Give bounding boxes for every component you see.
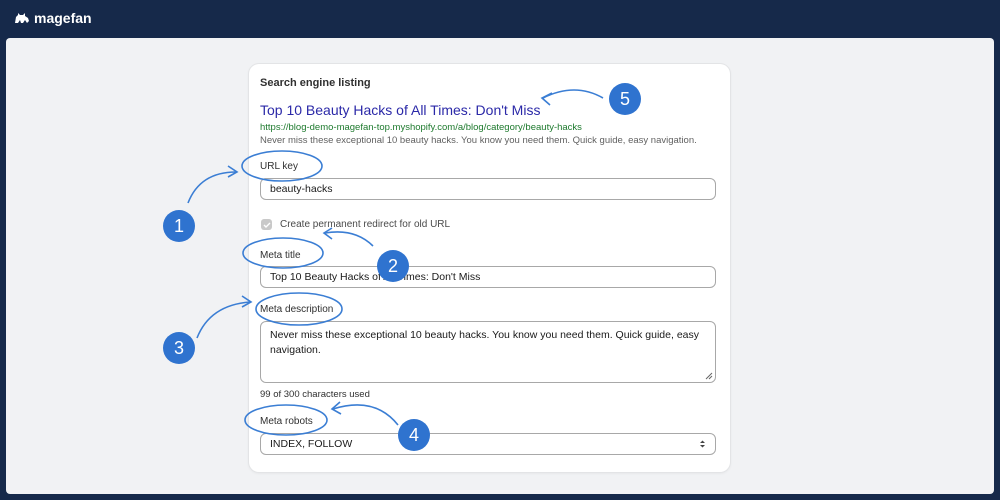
meta-description-label: Meta description bbox=[260, 304, 334, 315]
meta-description-textarea[interactable]: Never miss these exceptional 10 beauty h… bbox=[260, 321, 716, 383]
preview-title: Top 10 Beauty Hacks of All Times: Don't … bbox=[260, 102, 541, 118]
checkmark-icon bbox=[263, 222, 270, 228]
brand-name: magefan bbox=[34, 10, 92, 26]
brand-logo: magefan bbox=[14, 10, 92, 26]
meta-robots-select[interactable]: INDEX, FOLLOW bbox=[260, 433, 716, 455]
character-counter: 99 of 300 characters used bbox=[260, 389, 370, 400]
meta-description-value: Never miss these exceptional 10 beauty h… bbox=[270, 329, 700, 356]
annotation-badge-2: 2 bbox=[377, 250, 409, 282]
annotation-badge-1: 1 bbox=[163, 210, 195, 242]
meta-title-input[interactable]: Top 10 Beauty Hacks of All Times: Don't … bbox=[260, 266, 716, 288]
url-key-value: beauty-hacks bbox=[270, 183, 333, 195]
annotation-badge-3: 3 bbox=[163, 332, 195, 364]
meta-title-value: Top 10 Beauty Hacks of All Times: Don't … bbox=[270, 271, 481, 283]
preview-url: https://blog-demo-magefan-top.myshopify.… bbox=[260, 122, 582, 133]
meta-robots-label: Meta robots bbox=[260, 416, 313, 427]
fox-logo-icon bbox=[15, 13, 29, 23]
meta-title-label: Meta title bbox=[260, 250, 301, 261]
redirect-checkbox[interactable] bbox=[261, 219, 272, 230]
resize-handle-icon[interactable] bbox=[705, 372, 713, 380]
top-bar: magefan bbox=[0, 0, 1000, 38]
annotation-badge-5: 5 bbox=[609, 83, 641, 115]
section-title: Search engine listing bbox=[260, 77, 371, 89]
annotation-badge-4: 4 bbox=[398, 419, 430, 451]
url-key-label: URL key bbox=[260, 161, 298, 172]
preview-description: Never miss these exceptional 10 beauty h… bbox=[260, 135, 697, 146]
select-arrows-icon bbox=[700, 440, 705, 448]
meta-robots-value: INDEX, FOLLOW bbox=[270, 438, 353, 450]
redirect-label: Create permanent redirect for old URL bbox=[280, 219, 451, 230]
url-key-input[interactable]: beauty-hacks bbox=[260, 178, 716, 200]
